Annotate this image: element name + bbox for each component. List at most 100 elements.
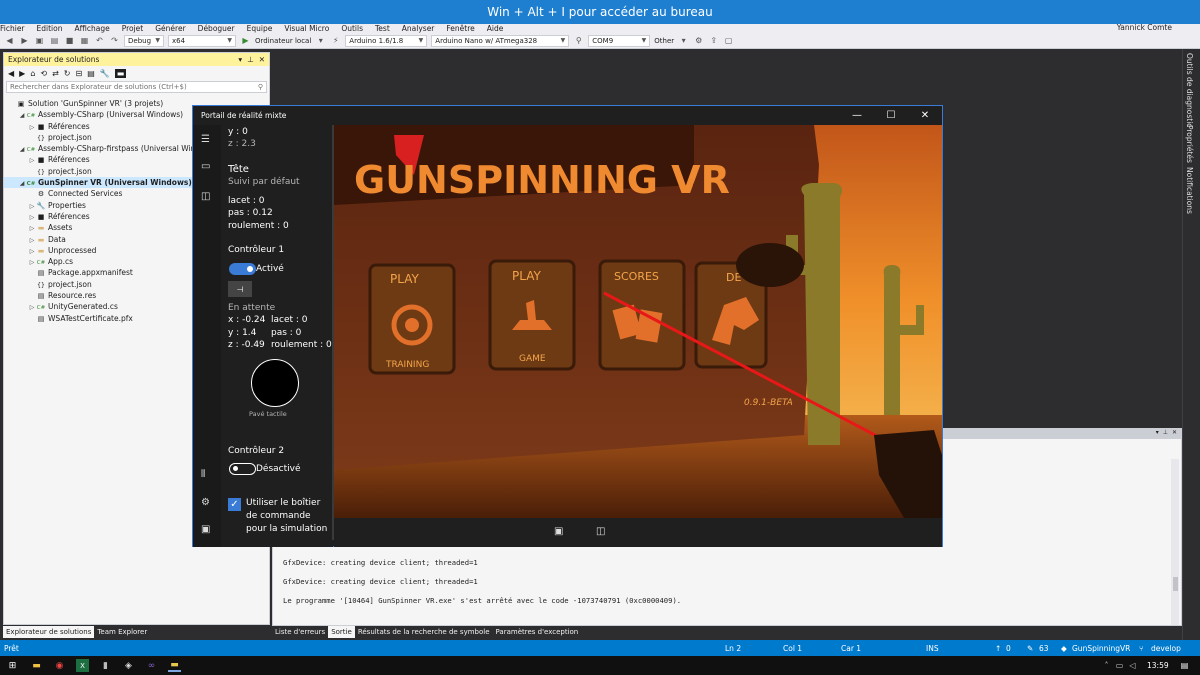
back-icon[interactable]: ◀	[4, 35, 15, 46]
mixed-reality-portal-icon[interactable]: ▬	[168, 659, 181, 672]
expand-arrow-icon[interactable]: ◢	[18, 144, 26, 154]
forward-icon[interactable]: ▶	[19, 69, 25, 78]
home-icon[interactable]: ⌂	[30, 69, 35, 78]
collapse-all-icon[interactable]: ⊟	[76, 69, 83, 78]
settings-icon[interactable]: ⚙	[693, 35, 704, 46]
menu-item[interactable]: Outils	[341, 25, 363, 33]
expand-arrow-icon[interactable]: ◢	[18, 178, 26, 188]
upload-icon[interactable]: ⇪	[708, 35, 719, 46]
preview-icon[interactable]: ▬	[114, 68, 127, 78]
maximize-icon[interactable]: ☐	[874, 110, 908, 121]
refresh-icon[interactable]: ↻	[64, 69, 71, 78]
other-menu[interactable]: Other	[654, 37, 674, 45]
tab-properties[interactable]: Propriétés	[1185, 125, 1194, 163]
board-version-select[interactable]: Arduino 1.6/1.8 ▼	[345, 34, 428, 47]
excel-icon[interactable]: X	[76, 659, 89, 672]
expand-arrow-icon[interactable]: ▷	[28, 246, 36, 256]
menu-item[interactable]: Déboguer	[198, 25, 235, 33]
menu-item[interactable]: Fichier	[0, 25, 25, 33]
solution-search-input[interactable]: Rechercher dans Explorateur de solutions…	[6, 81, 267, 93]
system-tray-chevron-icon[interactable]: ˄	[1100, 659, 1113, 672]
controller1-pin-button[interactable]: ⊣	[228, 281, 252, 297]
save-icon[interactable]: ■	[64, 35, 75, 46]
menu-item[interactable]: Visual Micro	[284, 25, 329, 33]
status-edits[interactable]: 63	[1039, 644, 1049, 653]
vr-game-view[interactable]: GUNSPINNING VR PLAY TRAINING PLAY GAME S…	[334, 125, 942, 518]
close-icon[interactable]: ✕	[1172, 429, 1177, 439]
menu-item[interactable]: Affichage	[74, 25, 109, 33]
expand-arrow-icon[interactable]: ▷	[28, 212, 36, 222]
config-select[interactable]: Debug ▼	[124, 34, 164, 47]
tab-solution-explorer[interactable]: Explorateur de solutions	[3, 626, 95, 638]
chevron-down-icon[interactable]: ▾	[315, 35, 326, 46]
volume-icon[interactable]: ◁	[1126, 659, 1139, 672]
undo-icon[interactable]: ↶	[94, 35, 105, 46]
properties-icon[interactable]: 🔧	[100, 69, 110, 78]
tab-symbol-search[interactable]: Résultats de la recherche de symbole	[354, 626, 493, 638]
board-select[interactable]: Arduino Nano w/ ATmega328 ▼	[431, 34, 570, 47]
save-all-icon[interactable]: ▦	[79, 35, 90, 46]
pin-icon[interactable]: ⊥	[1163, 429, 1168, 439]
touchpad[interactable]	[251, 359, 299, 407]
headset-icon[interactable]: ▭	[201, 161, 210, 172]
expand-arrow-icon[interactable]: ▷	[28, 223, 36, 233]
expand-arrow-icon[interactable]: ◢	[18, 110, 26, 120]
split-view-icon[interactable]: ◫	[596, 526, 605, 537]
tab-exception-settings[interactable]: Paramètres d'exception	[492, 626, 582, 638]
store-icon[interactable]: ▣	[201, 524, 210, 535]
user-account[interactable]: Yannick Comte	[1117, 24, 1172, 31]
hamburger-menu-icon[interactable]: ☰	[201, 134, 210, 145]
expand-arrow-icon[interactable]: ▷	[28, 302, 36, 312]
menu-item[interactable]: Aide	[487, 25, 504, 33]
sync-icon[interactable]: ⟲	[40, 69, 47, 78]
menu-item[interactable]: Equipe	[247, 25, 273, 33]
gamepad-simulation-checkbox[interactable]: ✓	[228, 498, 241, 511]
tab-diagnostic-tools[interactable]: Outils de diagnostic	[1185, 53, 1194, 127]
output-scrollbar[interactable]	[1171, 459, 1179, 625]
controller2-toggle[interactable]	[229, 463, 256, 475]
menu-item[interactable]: Projet	[122, 25, 144, 33]
platform-select[interactable]: x64 ▼	[168, 34, 236, 47]
tab-error-list[interactable]: Liste d'erreurs	[272, 626, 329, 638]
action-center-icon[interactable]: ▤	[1178, 659, 1191, 672]
network-icon[interactable]: ▭	[1113, 659, 1126, 672]
tab-output[interactable]: Sortie	[328, 626, 355, 638]
search-icon[interactable]: ⚲	[573, 35, 584, 46]
pin-icon[interactable]: ⊥	[247, 55, 254, 64]
simulation-icon[interactable]: ⫴	[201, 469, 205, 480]
menu-item[interactable]: Analyser	[402, 25, 435, 33]
close-icon[interactable]: ✕	[259, 55, 265, 64]
expand-arrow-icon[interactable]: ▷	[28, 122, 36, 132]
dropdown-icon[interactable]: ▾	[238, 55, 242, 64]
file-explorer-icon[interactable]: ▬	[30, 659, 43, 672]
dropdown-icon[interactable]: ▾	[1156, 429, 1159, 439]
menu-item[interactable]: Test	[375, 25, 390, 33]
expand-arrow-icon[interactable]: ▷	[28, 257, 36, 267]
controller1-toggle[interactable]	[229, 263, 256, 275]
gamepad-icon[interactable]: ◫	[201, 191, 210, 202]
port-select[interactable]: COM9 ▼	[588, 34, 651, 47]
tab-notifications[interactable]: Notifications	[1185, 167, 1194, 214]
serial-monitor-icon[interactable]: ▢	[723, 35, 734, 46]
play-icon[interactable]: ▶	[240, 35, 251, 46]
unity-icon[interactable]: ◈	[122, 659, 135, 672]
visual-studio-icon[interactable]: ∞	[145, 659, 158, 672]
gear-icon[interactable]: ⚙	[201, 497, 210, 508]
status-unpushed[interactable]: 0	[1006, 644, 1011, 653]
expand-arrow-icon[interactable]: ▷	[28, 155, 36, 165]
status-repository[interactable]: GunSpinningVR	[1072, 644, 1130, 653]
menu-item[interactable]: Fenêtre	[446, 25, 474, 33]
menu-item[interactable]: Edition	[37, 25, 63, 33]
clock[interactable]: 13:59	[1147, 661, 1169, 670]
open-icon[interactable]: ▤	[49, 35, 60, 46]
minimize-icon[interactable]: —	[840, 110, 874, 121]
chevron-down-icon[interactable]: ▾	[678, 35, 689, 46]
redo-icon[interactable]: ↷	[109, 35, 120, 46]
forward-icon[interactable]: ▶	[19, 35, 30, 46]
menu-item[interactable]: Générer	[155, 25, 185, 33]
pending-changes-icon[interactable]: ⇄	[52, 69, 59, 78]
expand-arrow-icon[interactable]: ▷	[28, 235, 36, 245]
capture-icon[interactable]: ▣	[554, 526, 563, 537]
windows-start-icon[interactable]: ⊞	[6, 659, 19, 672]
output-scroll-thumb[interactable]	[1173, 577, 1178, 591]
